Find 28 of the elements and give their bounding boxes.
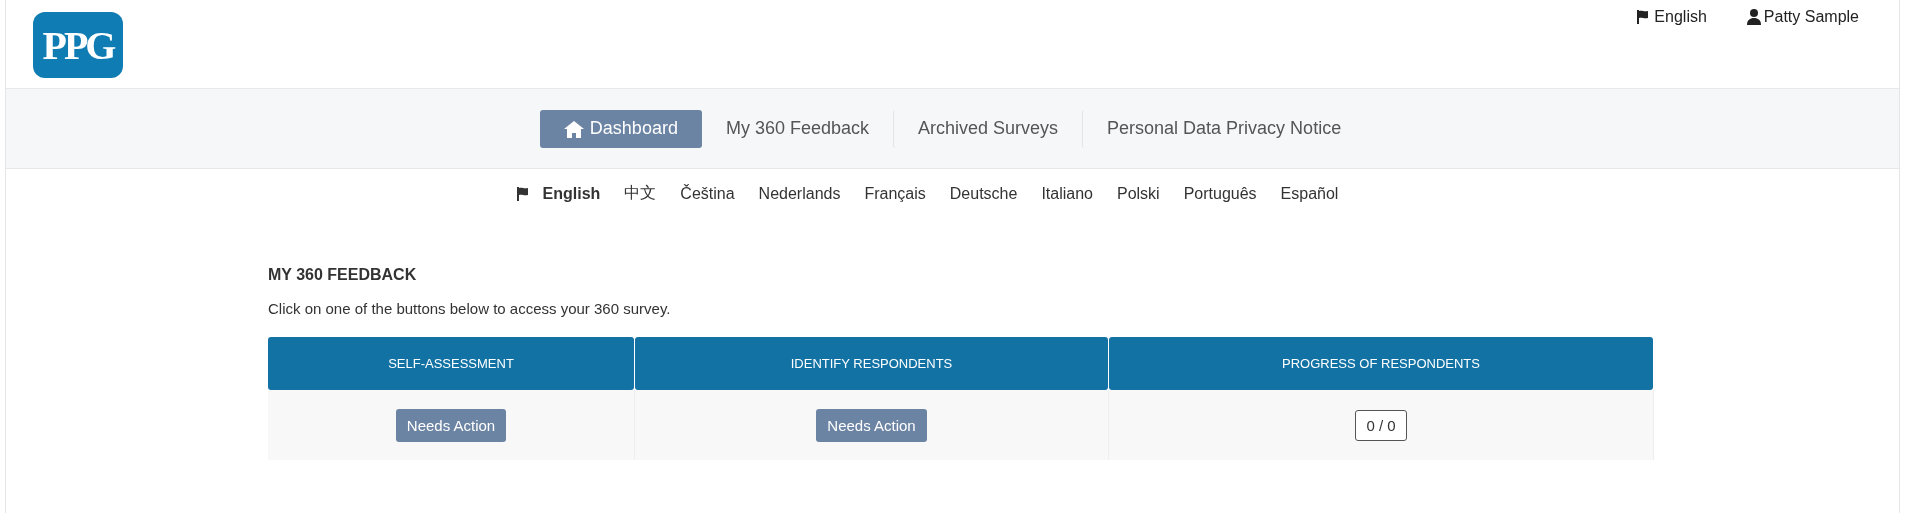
progress-counter: 0 / 0 <box>1355 409 1407 441</box>
user-icon <box>1746 9 1761 25</box>
needs-action-button[interactable]: Needs Action <box>395 408 507 442</box>
language-option[interactable]: Čeština <box>668 184 747 203</box>
nav-tab[interactable]: Archived Surveys <box>893 109 1083 148</box>
language-option[interactable]: Français <box>852 184 938 203</box>
flag-icon <box>514 185 531 202</box>
language-option[interactable]: Nederlands <box>746 184 853 203</box>
nav-tab[interactable]: Dashboard <box>539 109 702 148</box>
language-option[interactable]: Português <box>1171 184 1269 203</box>
language-option[interactable]: Italiano <box>1029 184 1105 203</box>
needs-action-button[interactable]: Needs Action <box>816 408 927 442</box>
logo: PPG <box>33 12 123 78</box>
user-link[interactable]: Patty Sample <box>1746 8 1859 26</box>
language-link[interactable]: English <box>1635 8 1707 26</box>
language-option[interactable]: Polski <box>1104 184 1172 203</box>
language-option[interactable]: Deutsche <box>937 184 1030 203</box>
column-header: SELF-ASSESSMENT <box>268 337 634 390</box>
nav-tab[interactable]: My 360 Feedback <box>701 109 893 148</box>
language-option[interactable]: Español <box>1268 184 1351 203</box>
home-icon <box>563 119 584 138</box>
language-option[interactable]: 中文 <box>612 183 669 204</box>
language-option[interactable]: English <box>530 184 613 203</box>
section-title: MY 360 FEEDBACK <box>268 266 418 284</box>
column-header: PROGRESS OF RESPONDENTS <box>1109 337 1653 390</box>
column-header: IDENTIFY RESPONDENTS <box>635 337 1108 390</box>
intro-text: Click on one of the buttons below to access your 360 survey. <box>268 300 672 317</box>
nav-tab[interactable]: Personal Data Privacy Notice <box>1082 109 1366 148</box>
